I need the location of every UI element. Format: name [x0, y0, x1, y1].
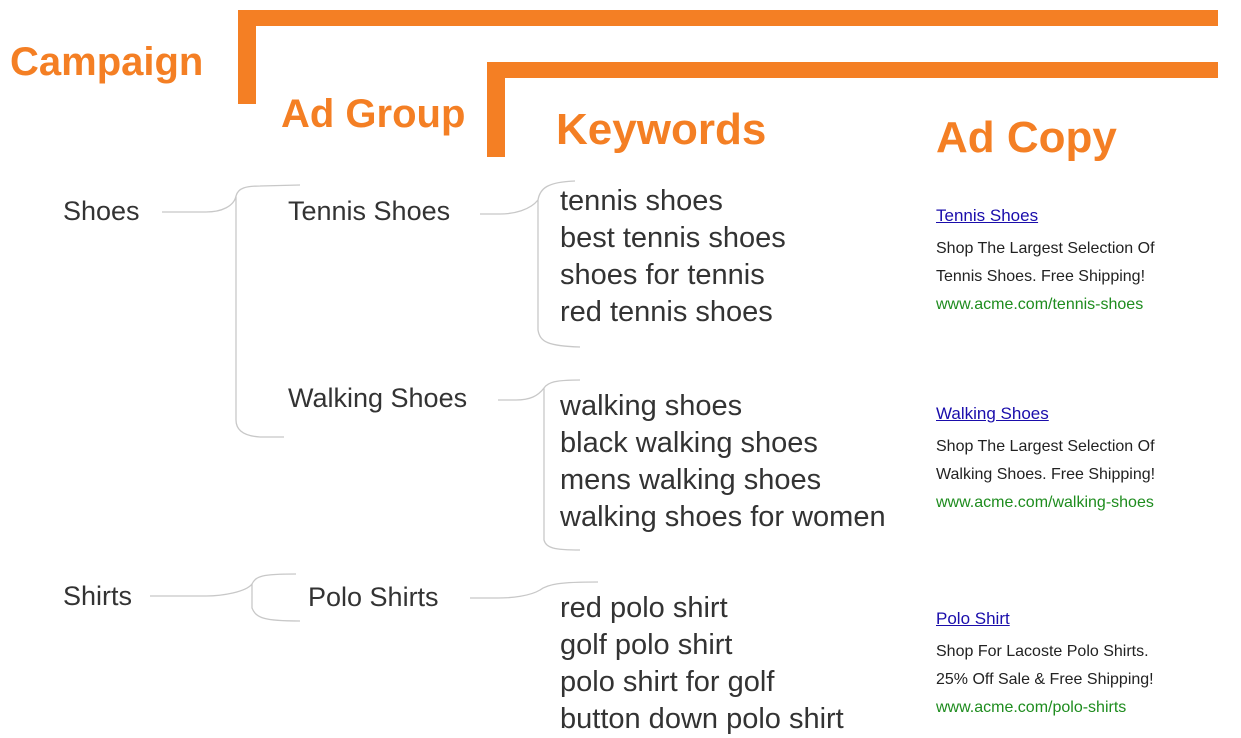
keyword-item: golf polo shirt: [560, 629, 733, 661]
keyword-item: best tennis shoes: [560, 222, 786, 254]
ad-title-link[interactable]: Walking Shoes: [936, 403, 1155, 425]
connector-shirts: [150, 573, 301, 622]
campaign-shoes: Shoes: [63, 196, 140, 226]
ad-copy-polo-shirts: Polo Shirt Shop For Lacoste Polo Shirts.…: [936, 608, 1154, 722]
keyword-item: tennis shoes: [560, 185, 723, 217]
ad-copy-walking-shoes: Walking Shoes Shop The Largest Selection…: [936, 403, 1155, 517]
ad-display-url: www.acme.com/walking-shoes: [936, 494, 1154, 511]
ad-description-line: Walking Shoes. Free Shipping!: [936, 466, 1156, 483]
connector-shoes: [162, 184, 301, 438]
ad-description-line: Shop The Largest Selection Of: [936, 438, 1155, 455]
keyword-item: shoes for tennis: [560, 259, 765, 291]
ad-title-link[interactable]: Tennis Shoes: [936, 205, 1155, 227]
ad-display-url: www.acme.com/tennis-shoes: [936, 296, 1144, 313]
keyword-item: button down polo shirt: [560, 703, 844, 735]
ad-description-line: 25% Off Sale & Free Shipping!: [936, 671, 1154, 688]
keyword-item: red polo shirt: [560, 592, 728, 624]
keyword-item: mens walking shoes: [560, 464, 822, 496]
keyword-item: black walking shoes: [560, 427, 818, 459]
ad-description-line: Shop For Lacoste Polo Shirts.: [936, 643, 1149, 660]
keyword-item: walking shoes for women: [560, 501, 886, 533]
keyword-list-polo-shirts: red polo shirt golf polo shirt polo shir…: [560, 590, 844, 738]
ad-description-line: Shop The Largest Selection Of: [936, 240, 1155, 257]
ad-display-url: www.acme.com/polo-shirts: [936, 699, 1127, 716]
ad-group-polo-shirts: Polo Shirts: [308, 582, 439, 612]
keyword-list-tennis-shoes: tennis shoes best tennis shoes shoes for…: [560, 183, 786, 331]
ad-group-tennis-shoes: Tennis Shoes: [288, 196, 451, 226]
ad-description-line: Tennis Shoes. Free Shipping!: [936, 268, 1146, 285]
ad-title-link[interactable]: Polo Shirt: [936, 608, 1154, 630]
keyword-list-walking-shoes: walking shoes black walking shoes mens w…: [560, 388, 886, 536]
keyword-item: red tennis shoes: [560, 296, 773, 328]
ad-group-walking-shoes: Walking Shoes: [288, 383, 468, 413]
ad-copy-tennis-shoes: Tennis Shoes Shop The Largest Selection …: [936, 205, 1155, 319]
keyword-item: walking shoes: [560, 390, 743, 422]
campaign-shirts: Shirts: [63, 581, 133, 611]
keyword-item: polo shirt for golf: [560, 666, 775, 698]
